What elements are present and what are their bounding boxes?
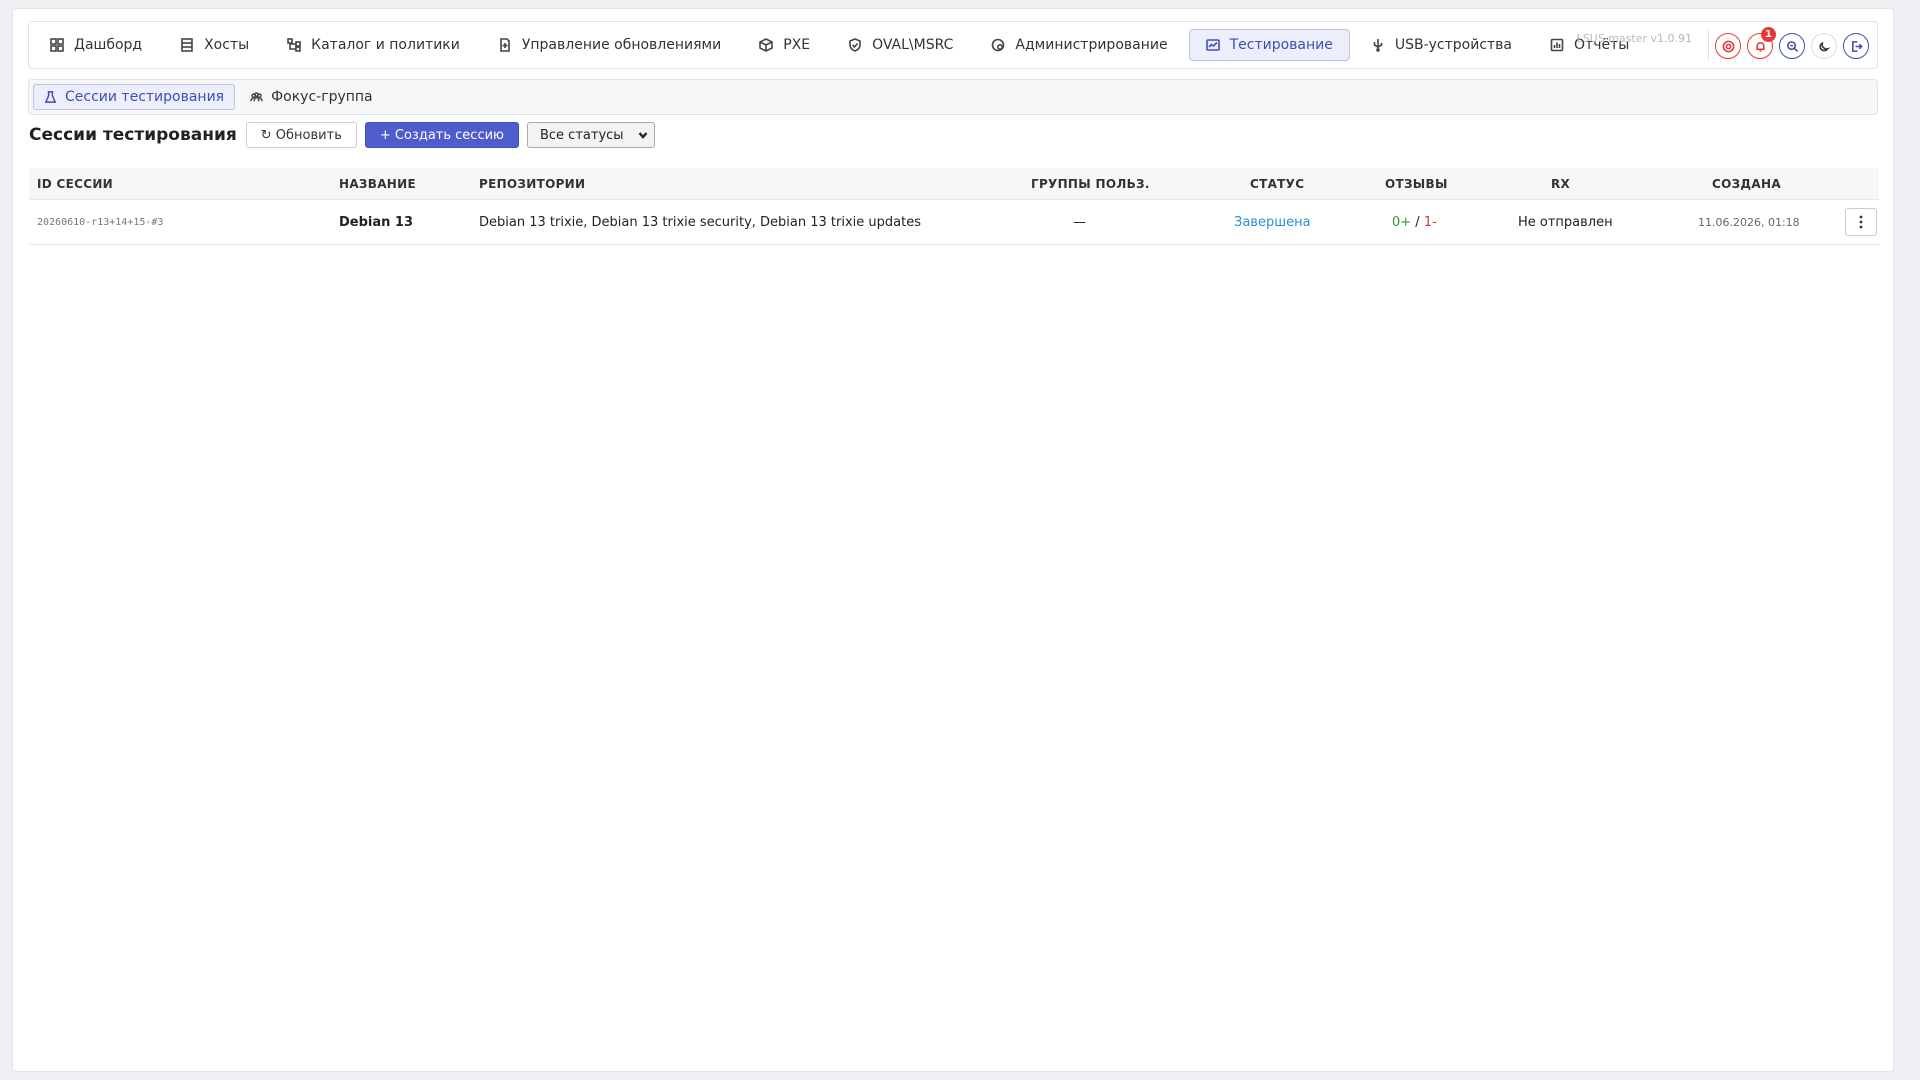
nav-item-catalog[interactable]: Каталог и политики	[270, 29, 477, 61]
usb-icon	[1373, 39, 1383, 52]
nav-item-label: Хосты	[204, 37, 250, 53]
logout-icon	[1851, 40, 1863, 52]
test-icon	[1205, 39, 1220, 51]
status-filter-value: Все статусы	[539, 127, 624, 143]
column-header-feedback: ОТЗЫВЫ	[1385, 176, 1448, 191]
search-button[interactable]	[1779, 33, 1805, 59]
session-groups: —	[1073, 214, 1086, 230]
toolbar: Сессии тестирования ↻ Обновить + Создать…	[29, 122, 655, 148]
nav-item-label: Каталог и политики	[311, 37, 460, 53]
page-title: Сессии тестирования	[29, 125, 237, 145]
tab-label: Фокус-группа	[271, 89, 373, 105]
refresh-button[interactable]: ↻ Обновить	[245, 122, 357, 148]
session-id: 20260610-r13+14+15-#3	[37, 216, 164, 228]
header-actions: 1	[1709, 27, 1869, 59]
nav-item-updates[interactable]: Управление обновлениями	[481, 29, 738, 61]
tab-label: Сессии тестирования	[65, 89, 225, 105]
more-vertical-icon	[1859, 215, 1863, 229]
file-plus-icon	[500, 38, 510, 52]
column-header-groups: ГРУППЫ ПОЛЬЗ.	[1031, 176, 1150, 191]
row-actions-button[interactable]	[1845, 208, 1877, 236]
tree-icon	[287, 38, 301, 52]
nav-item-label: OVAL\MSRC	[872, 37, 954, 53]
table-header: ID СЕССИИ НАЗВАНИЕ РЕПОЗИТОРИИ ГРУППЫ ПО…	[29, 168, 1879, 200]
nav-item-usb[interactable]: USB-устройства	[1354, 29, 1529, 61]
feedback-positive: 0+	[1392, 214, 1412, 230]
shield-icon	[849, 38, 861, 52]
support-button[interactable]	[1715, 33, 1741, 59]
app-version: LSUS master v1.0.91	[1576, 32, 1692, 45]
feedback-negative: 1-	[1423, 214, 1437, 230]
nav-item-testing[interactable]: Тестирование	[1188, 29, 1350, 61]
notifications-button[interactable]: 1	[1747, 27, 1776, 59]
settings-icon	[992, 38, 1005, 52]
chevron-down-icon	[638, 132, 648, 139]
column-header-repos: РЕПОЗИТОРИИ	[479, 176, 586, 191]
server-icon	[181, 38, 193, 52]
moon-icon	[1818, 41, 1830, 51]
session-created: 11.06.2026, 01:18	[1698, 215, 1800, 229]
nav-item-label: Тестирование	[1229, 37, 1333, 53]
nav-item-label: Дашборд	[74, 37, 143, 53]
theme-toggle-button[interactable]	[1811, 33, 1837, 59]
nav-item-hosts[interactable]: Хосты	[163, 29, 266, 61]
flask-icon	[44, 90, 57, 103]
sessions-table: ID СЕССИИ НАЗВАНИЕ РЕПОЗИТОРИИ ГРУППЫ ПО…	[29, 168, 1879, 245]
session-rx: Не отправлен	[1518, 214, 1613, 230]
session-feedback: 0+ / 1-	[1392, 215, 1437, 230]
nav-item-label: Управление обновлениями	[521, 37, 722, 53]
nav-item-oval[interactable]: OVAL\MSRC	[831, 29, 970, 61]
session-repos: Debian 13 trixie, Debian 13 trixie secur…	[479, 214, 921, 230]
create-session-button[interactable]: + Создать сессию	[364, 122, 519, 148]
column-header-created: СОЗДАНА	[1712, 176, 1781, 191]
grid-icon	[50, 38, 64, 52]
tab-focus-group[interactable]: Фокус-группа	[239, 84, 384, 110]
session-status: Завершена	[1234, 214, 1311, 230]
nav-item-label: PXE	[783, 37, 811, 53]
lifebuoy-icon	[1722, 40, 1734, 52]
feedback-separator: /	[1411, 214, 1424, 230]
column-header-rx: RX	[1551, 176, 1571, 191]
notification-count-badge: 1	[1761, 27, 1776, 42]
nav-item-label: Администрирование	[1015, 37, 1168, 53]
column-header-name: НАЗВАНИЕ	[339, 176, 416, 191]
column-header-status: СТАТУС	[1250, 176, 1305, 191]
nav-item-label: USB-устройства	[1394, 37, 1513, 53]
sub-navigation: Сессии тестирования Фокус-группа	[28, 79, 1878, 115]
session-name: Debian 13	[339, 214, 414, 230]
zoom-search-icon	[1786, 40, 1798, 52]
report-icon	[1550, 38, 1564, 52]
nav-item-admin[interactable]: Администрирование	[974, 29, 1184, 61]
nav-item-dashboard[interactable]: Дашборд	[33, 29, 159, 61]
users-icon	[250, 91, 263, 101]
bell-icon	[1755, 41, 1765, 52]
column-header-id: ID СЕССИИ	[37, 176, 114, 191]
status-filter-select[interactable]: Все статусы	[526, 122, 655, 148]
table-row[interactable]: 20260610-r13+14+15-#3 Debian 13 Debian 1…	[29, 200, 1879, 245]
tab-test-sessions[interactable]: Сессии тестирования	[33, 84, 236, 110]
nav-item-pxe[interactable]: PXE	[742, 29, 827, 61]
box-icon	[759, 38, 774, 52]
top-navigation: Дашборд Хосты Каталог и политики Управле…	[28, 21, 1878, 69]
app-page: Дашборд Хосты Каталог и политики Управле…	[12, 8, 1894, 1072]
logout-button[interactable]	[1843, 33, 1869, 59]
